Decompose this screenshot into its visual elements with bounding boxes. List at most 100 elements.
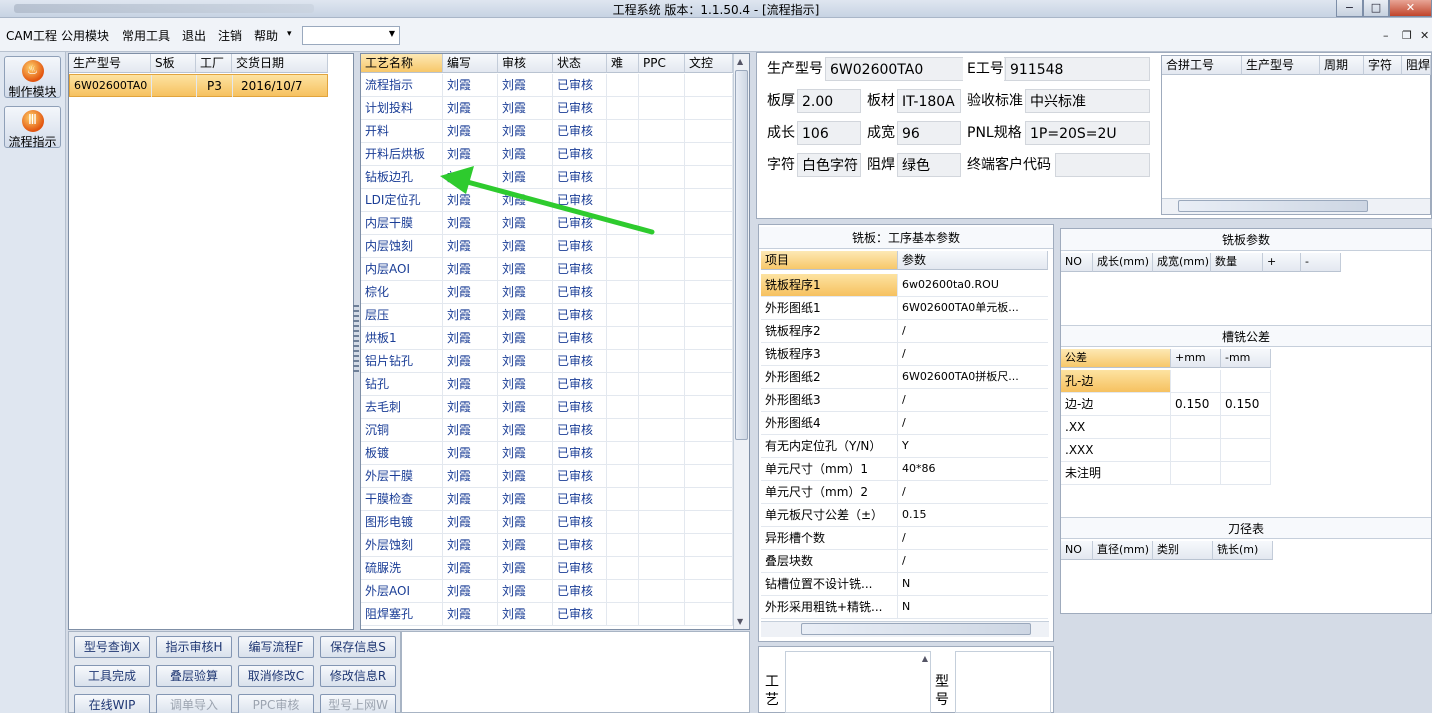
scroll-up-icon[interactable]: ▲	[737, 57, 743, 66]
window-minimize-button[interactable]: −	[1336, 0, 1363, 17]
table-row[interactable]: 铣板程序1 6w02600ta0.ROU	[761, 274, 1048, 297]
make-module-button[interactable]: ♨ 制作模块	[4, 56, 61, 99]
process-scrollbar[interactable]: ▲ ▼	[733, 54, 749, 629]
table-row[interactable]: 铝片钻孔 刘霞 刘霞 已审核	[361, 350, 733, 373]
table-row[interactable]: 层压 刘霞 刘霞 已审核	[361, 304, 733, 327]
col-merge-cycle[interactable]: 周期	[1320, 56, 1364, 75]
menu-combo[interactable]: ▼	[302, 26, 400, 45]
action-button[interactable]: 调单导入	[156, 694, 232, 713]
table-row[interactable]: 外形图纸1 6W02600TA0单元板...	[761, 297, 1048, 320]
col-param[interactable]: 参数	[898, 251, 1048, 270]
table-row[interactable]: 外层蚀刻 刘霞 刘霞 已审核	[361, 534, 733, 557]
mill-params-col[interactable]: 成长(mm)	[1093, 253, 1153, 272]
col-model[interactable]: 生产型号	[69, 54, 151, 73]
mill-params-col[interactable]: 成宽(mm)	[1153, 253, 1211, 272]
scroll-thumb[interactable]	[801, 623, 1031, 635]
table-row[interactable]: 外层AOI 刘霞 刘霞 已审核	[361, 580, 733, 603]
window-maximize-button[interactable]: □	[1363, 0, 1389, 17]
action-button[interactable]: 型号上网W	[320, 694, 396, 713]
action-button[interactable]: 在线WIP	[74, 694, 150, 713]
table-row[interactable]: 未注明	[1061, 462, 1271, 485]
mill-params-col[interactable]: 数量	[1211, 253, 1263, 272]
tools-col[interactable]: 铣长(m)	[1213, 541, 1273, 560]
menu-common-module[interactable]: 公用模块	[61, 27, 109, 44]
scroll-thumb[interactable]	[1178, 200, 1368, 212]
col-item[interactable]: 项目	[761, 251, 898, 270]
table-row[interactable]: 图形电镀 刘霞 刘霞 已审核	[361, 511, 733, 534]
action-button[interactable]: 型号查询X	[74, 636, 150, 658]
table-row[interactable]: 边-边 0.150 0.150	[1061, 393, 1271, 416]
mill-params-col[interactable]: +	[1263, 253, 1301, 272]
col-process-name[interactable]: 工艺名称	[361, 54, 443, 73]
table-row[interactable]: 板镀 刘霞 刘霞 已审核	[361, 442, 733, 465]
col-factory[interactable]: 工厂	[196, 54, 232, 73]
mdi-minimize-icon[interactable]: –	[1383, 29, 1389, 42]
table-row[interactable]: 开料 刘霞 刘霞 已审核	[361, 120, 733, 143]
mill-hscroll[interactable]	[761, 621, 1049, 637]
table-row[interactable]: 阻焊塞孔 刘霞 刘霞 已审核	[361, 603, 733, 626]
col-delivery-date[interactable]: 交货日期	[232, 54, 328, 73]
tools-col[interactable]: 直径(mm)	[1093, 541, 1153, 560]
mdi-close-icon[interactable]: ✕	[1420, 29, 1429, 42]
table-row[interactable]: 沉铜 刘霞 刘霞 已审核	[361, 419, 733, 442]
action-button[interactable]: 修改信息R	[320, 665, 396, 687]
slot-tol-col[interactable]: 公差	[1061, 349, 1171, 368]
tools-col[interactable]: 类别	[1153, 541, 1213, 560]
table-row[interactable]: 干膜检查 刘霞 刘霞 已审核	[361, 488, 733, 511]
splitter-handle[interactable]	[353, 305, 359, 375]
col-ppc[interactable]: PPC	[639, 54, 685, 73]
table-row[interactable]: 外形图纸3 /	[761, 389, 1048, 412]
model-textarea[interactable]	[955, 651, 1051, 713]
menu-tools[interactable]: 常用工具	[122, 27, 170, 44]
mdi-restore-icon[interactable]: ❐	[1402, 29, 1412, 42]
col-merge-mask[interactable]: 阻焊	[1402, 56, 1431, 75]
menu-cam[interactable]: CAM工程	[6, 27, 57, 44]
scroll-down-icon[interactable]: ▼	[737, 617, 743, 626]
action-button[interactable]: 编写流程F	[238, 636, 314, 658]
col-merge-char[interactable]: 字符	[1364, 56, 1402, 75]
menu-logout[interactable]: 注销	[218, 27, 242, 44]
table-row[interactable]: 外形图纸4 /	[761, 412, 1048, 435]
table-row[interactable]: 硫脲洗 刘霞 刘霞 已审核	[361, 557, 733, 580]
col-merge-model[interactable]: 生产型号	[1242, 56, 1320, 75]
table-row[interactable]: 铣板程序2 /	[761, 320, 1048, 343]
table-row[interactable]: 计划投料 刘霞 刘霞 已审核	[361, 97, 733, 120]
slot-tol-col[interactable]: -mm	[1221, 349, 1271, 368]
mill-params-col[interactable]: -	[1301, 253, 1341, 272]
mill-params-col[interactable]: NO	[1061, 253, 1093, 272]
window-close-button[interactable]: ✕	[1389, 0, 1432, 17]
menu-exit[interactable]: 退出	[182, 27, 206, 44]
action-button[interactable]: 保存信息S	[320, 636, 396, 658]
action-button[interactable]: 指示审核H	[156, 636, 232, 658]
table-row[interactable]: .XX	[1061, 416, 1271, 439]
craft-textarea[interactable]: ▲	[785, 651, 931, 713]
action-button[interactable]: 叠层验算	[156, 665, 232, 687]
table-row[interactable]: 异形槽个数 /	[761, 527, 1048, 550]
tools-col[interactable]: NO	[1061, 541, 1093, 560]
table-row[interactable]: 有无内定位孔（Y/N） Y	[761, 435, 1048, 458]
table-row[interactable]: 烘板1 刘霞 刘霞 已审核	[361, 327, 733, 350]
table-row[interactable]: .XXX	[1061, 439, 1271, 462]
table-row[interactable]: 孔-边	[1061, 370, 1271, 393]
table-row[interactable]: 外层干膜 刘霞 刘霞 已审核	[361, 465, 733, 488]
action-button[interactable]: 工具完成	[74, 665, 150, 687]
col-reviewer[interactable]: 审核	[498, 54, 553, 73]
scroll-thumb[interactable]	[735, 70, 748, 440]
menu-help[interactable]: 帮助	[254, 27, 278, 44]
table-row[interactable]: 铣板程序3 /	[761, 343, 1048, 366]
slot-tol-col[interactable]: +mm	[1171, 349, 1221, 368]
scroll-up-icon[interactable]: ▲	[922, 654, 928, 663]
process-guide-button[interactable]: Ⅲ 流程指示	[4, 106, 61, 149]
action-button[interactable]: 取消修改C	[238, 665, 314, 687]
table-row[interactable]: 叠层块数 /	[761, 550, 1048, 573]
col-difficulty[interactable]: 难	[607, 54, 639, 73]
table-row[interactable]: 外形图纸2 6W02600TA0拼板尺...	[761, 366, 1048, 389]
table-row[interactable]: 内层AOI 刘霞 刘霞 已审核	[361, 258, 733, 281]
menu-overflow-icon[interactable]: ▾	[287, 29, 292, 39]
action-button[interactable]: PPC审核	[238, 694, 314, 713]
table-row[interactable]: 单元尺寸（mm）2 /	[761, 481, 1048, 504]
table-row[interactable]: 单元板尺寸公差（±） 0.15	[761, 504, 1048, 527]
table-row[interactable]: 钻孔 刘霞 刘霞 已审核	[361, 373, 733, 396]
col-status[interactable]: 状态	[553, 54, 607, 73]
col-s-board[interactable]: S板	[151, 54, 196, 73]
